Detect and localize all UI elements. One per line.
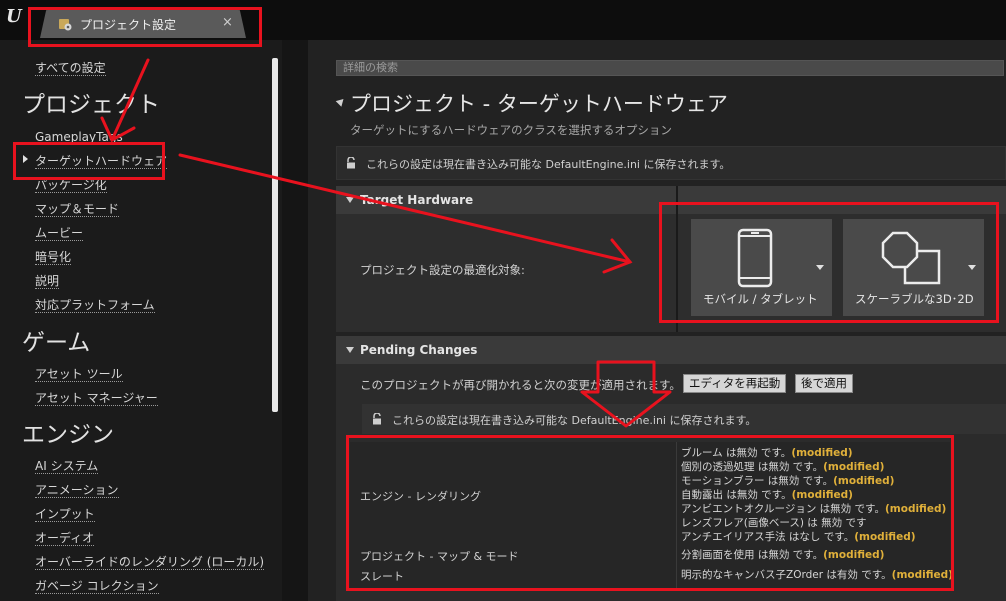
- sidebar-item-audio[interactable]: オーディオ: [35, 531, 95, 546]
- sidebar-item-garbage-collection[interactable]: ガベージ コレクション: [35, 579, 159, 594]
- unlocked-icon: [347, 157, 355, 169]
- sidebar-item-supported-platforms[interactable]: 対応プラットフォーム: [35, 298, 155, 313]
- sidebar-item-input[interactable]: インプット: [35, 507, 95, 522]
- search-input[interactable]: 詳細の検索: [336, 60, 1004, 76]
- annotation-box-tab: [28, 7, 262, 47]
- storage-notice-text: これらの設定は現在書き込み可能な DefaultEngine.ini に保存され…: [366, 158, 731, 171]
- annotation-box-target-options: [659, 202, 999, 323]
- sidebar-item-maps-modes[interactable]: マップ＆モード: [35, 202, 120, 217]
- sidebar-item-ai-system[interactable]: AI システム: [35, 459, 99, 474]
- sidebar-section-engine: エンジン: [22, 422, 114, 448]
- sidebar-item-packaging[interactable]: パッケージ化: [35, 178, 107, 193]
- sidebar-item-encryption[interactable]: 暗号化: [35, 250, 72, 265]
- sidebar-item-asset-tools[interactable]: アセット ツール: [35, 367, 123, 382]
- sidebar-item-asset-manager[interactable]: アセット マネージャー: [35, 391, 158, 406]
- unlocked-icon: [373, 413, 381, 425]
- target-hardware-title: Target Hardware: [360, 193, 474, 207]
- pending-notice-text: これらの設定は現在書き込み可能な DefaultEngine.ini に保存され…: [392, 414, 757, 427]
- optimize-for-label: プロジェクト設定の最適化対象:: [360, 263, 525, 277]
- annotation-box-sidebar-item: [13, 142, 165, 180]
- annotation-box-pending-list: [346, 435, 954, 591]
- sidebar-item-description[interactable]: 説明: [35, 274, 60, 289]
- expand-arrow-icon: [346, 347, 354, 353]
- sidebar-item-animation[interactable]: アニメーション: [35, 483, 119, 498]
- pending-changes-header[interactable]: Pending Changes: [336, 336, 1006, 364]
- sidebar-scrollbar[interactable]: [272, 58, 278, 412]
- sidebar-section-game: ゲーム: [22, 330, 91, 356]
- panel-divider[interactable]: [282, 40, 308, 601]
- restart-editor-button[interactable]: エディタを再起動: [683, 374, 787, 393]
- pending-changes-message: このプロジェクトが再び開かれると次の変更が適用されます。: [360, 378, 681, 392]
- sidebar-section-project: プロジェクト: [22, 92, 160, 118]
- pending-changes-title: Pending Changes: [360, 343, 478, 357]
- sidebar-item-movies[interactable]: ムービー: [35, 226, 84, 241]
- sidebar-item-all-settings[interactable]: すべての設定: [35, 61, 106, 76]
- expand-arrow-icon: [346, 197, 354, 203]
- apply-later-button[interactable]: 後で適用: [795, 374, 853, 393]
- page-title: プロジェクト - ターゲットハードウェア: [350, 92, 728, 116]
- sidebar-item-rendering-overrides[interactable]: オーバーライドのレンダリング (ローカル): [35, 555, 265, 570]
- unreal-logo-icon: U: [6, 6, 22, 27]
- page-description: ターゲットにするハードウェアのクラスを選択するオプション: [350, 123, 672, 137]
